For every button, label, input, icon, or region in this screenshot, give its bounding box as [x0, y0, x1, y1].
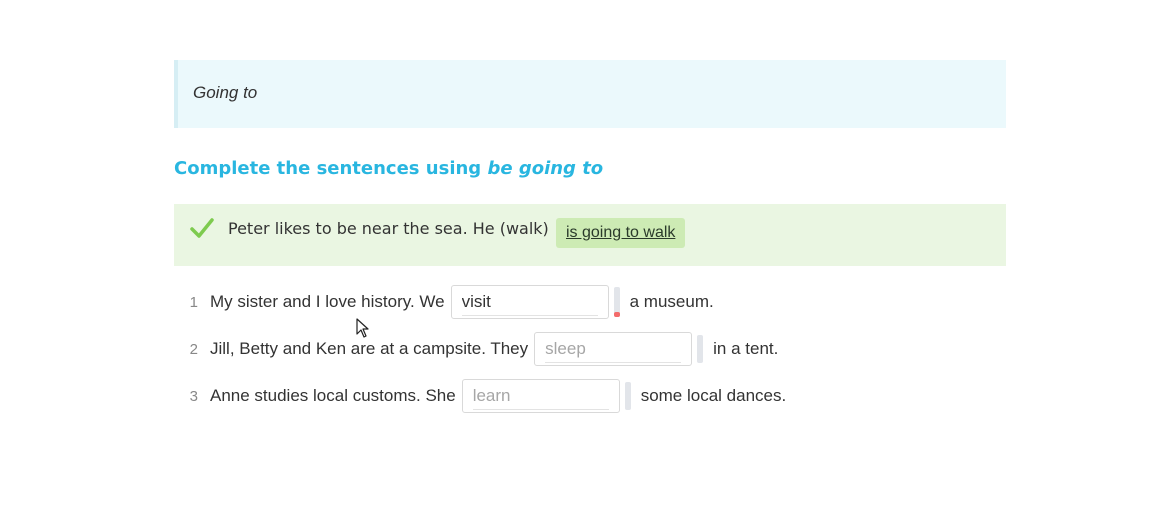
question-text: Jill, Betty and Ken are at a campsite. T…: [210, 339, 529, 358]
question-number: 1: [189, 293, 198, 311]
question-number: 2: [189, 340, 198, 358]
example-answer: is going to walk: [556, 218, 686, 248]
question-text: Anne studies local customs. She: [210, 386, 456, 405]
status-indicator-incorrect: [613, 287, 620, 317]
instruction-emphasis: be going to: [487, 158, 604, 179]
exercise-instruction: Complete the sentences using be going to: [174, 158, 603, 179]
checkmark-icon: [190, 218, 214, 238]
topic-title: Going to: [193, 83, 258, 102]
question-row-3: 3 Anne studies local customs. She some l…: [174, 379, 786, 413]
status-indicator: [697, 335, 704, 363]
answer-field-3: [461, 379, 620, 413]
answer-field-2: [534, 332, 693, 366]
question-tail: in a tent.: [713, 339, 779, 358]
mouse-pointer-icon: [356, 318, 369, 338]
status-indicator: [624, 382, 631, 410]
answer-input-1[interactable]: [461, 290, 598, 316]
question-row-1: 1 My sister and I love history. We a mus…: [174, 285, 714, 319]
question-tail: some local dances.: [640, 386, 787, 405]
answer-input-2[interactable]: [545, 337, 682, 363]
question-row-2: 2 Jill, Betty and Ken are at a campsite.…: [174, 332, 778, 366]
answer-input-3[interactable]: [472, 384, 609, 410]
question-number: 3: [189, 387, 198, 405]
instruction-text: Complete the sentences using: [174, 158, 488, 179]
question-text: My sister and I love history. We: [210, 292, 445, 311]
topic-banner: Going to: [174, 60, 1006, 128]
question-tail: a museum.: [629, 292, 714, 311]
example-sentence: Peter likes to be near the sea. He (walk…: [228, 219, 549, 238]
answer-field-1: [450, 285, 609, 319]
example-row: Peter likes to be near the sea. He (walk…: [174, 204, 1006, 266]
